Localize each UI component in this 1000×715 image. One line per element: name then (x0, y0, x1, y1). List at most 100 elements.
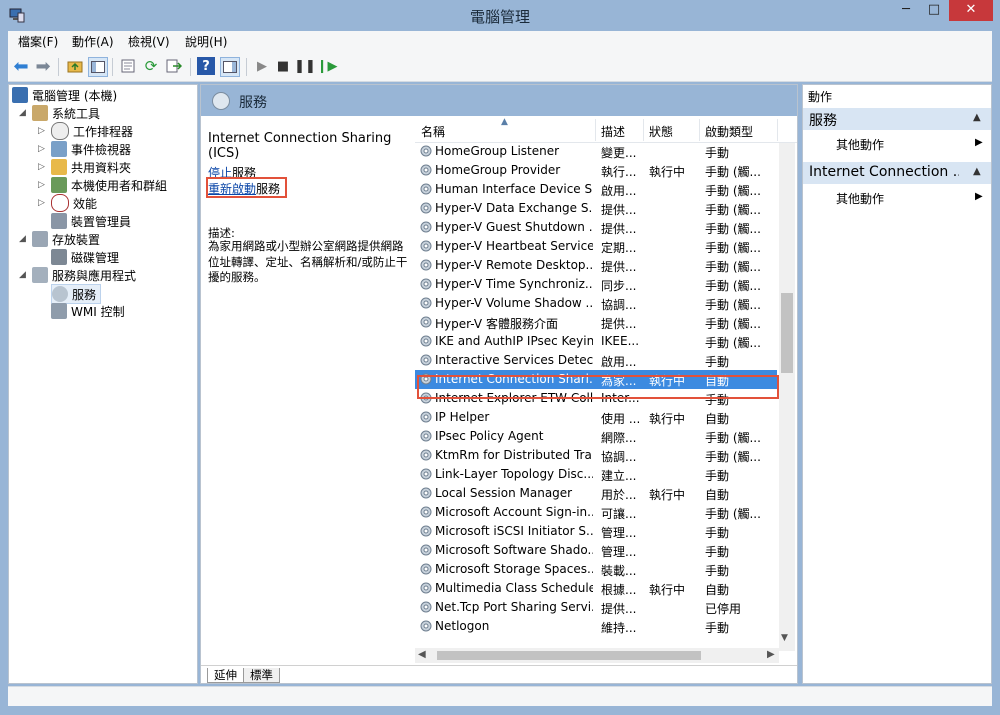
table-row[interactable]: Netlogon 維持... 手動 (415, 617, 777, 636)
back-arrow-icon[interactable]: ⬅ (12, 56, 30, 77)
start-service-icon[interactable]: ▶ (253, 57, 271, 75)
table-row[interactable]: IP Helper 使用 ... 執行中 自動 (415, 408, 777, 427)
service-startup-type: 自動 (705, 488, 730, 502)
tree-wmi[interactable]: WMI 控制 (51, 302, 125, 320)
more-actions-1[interactable]: 其他動作 (836, 136, 884, 153)
table-row[interactable]: Microsoft Storage Spaces... 裝載... 手動 (415, 560, 777, 579)
collapse-up-icon[interactable]: ▲ (973, 166, 981, 177)
extended-description-pane: Internet Connection Sharing (ICS) 停止服務 重… (201, 116, 413, 663)
tree-storage[interactable]: 存放裝置 (32, 230, 100, 248)
horizontal-scroll-thumb[interactable] (437, 651, 701, 660)
tree-shared-folders[interactable]: 共用資料夾 (51, 158, 131, 176)
table-row[interactable]: Hyper-V Volume Shadow ... 協調... 手動 (觸... (415, 294, 777, 313)
more-actions-2[interactable]: 其他動作 (836, 190, 884, 207)
expand-arrow-icon[interactable]: ▷ (38, 144, 45, 154)
help-icon[interactable]: ? (197, 57, 215, 75)
table-row[interactable]: Hyper-V Heartbeat Service 定期... 手動 (觸... (415, 237, 777, 256)
table-row[interactable]: Interactive Services Detect... 啟用... 手動 (415, 351, 777, 370)
gear-icon (212, 92, 230, 110)
service-description-cell: 提供... (601, 602, 637, 616)
scroll-right-arrow-icon[interactable]: ▶ (767, 649, 775, 660)
vertical-scrollbar[interactable] (779, 143, 795, 651)
show-hide-tree-icon[interactable] (88, 57, 108, 77)
menu-help[interactable]: 說明(H) (185, 33, 227, 50)
gear-icon (419, 448, 433, 462)
tab-extended[interactable]: 延伸 (207, 668, 244, 683)
tree-device-manager[interactable]: 裝置管理員 (51, 212, 131, 230)
table-row[interactable]: Link-Layer Topology Disc... 建立... 手動 (415, 465, 777, 484)
table-row[interactable]: Human Interface Device S... 啟用... 手動 (觸... (415, 180, 777, 199)
expand-arrow-icon[interactable]: ▷ (38, 162, 45, 172)
show-hide-action-pane-icon[interactable] (220, 57, 240, 77)
table-row[interactable]: Microsoft Account Sign-in... 可讓... 手動 (觸..… (415, 503, 777, 522)
service-name: IP Helper (435, 410, 490, 424)
column-startup-type[interactable]: 啟動類型 (705, 123, 753, 140)
table-row[interactable]: Hyper-V Time Synchroniz... 同步... 手動 (觸... (415, 275, 777, 294)
up-folder-icon[interactable] (66, 57, 84, 75)
minimize-button[interactable]: ─ (893, 0, 919, 21)
scroll-down-arrow-icon[interactable]: ▼ (781, 633, 788, 643)
vertical-scroll-thumb[interactable] (781, 293, 793, 373)
tree-system-tools[interactable]: 系統工具 (32, 104, 100, 122)
menu-view[interactable]: 檢視(V) (128, 33, 170, 50)
table-row[interactable]: Local Session Manager 用於... 執行中 自動 (415, 484, 777, 503)
table-row[interactable]: HomeGroup Listener 變更... 手動 (415, 142, 777, 161)
table-row[interactable]: HomeGroup Provider 執行... 執行中 手動 (觸... (415, 161, 777, 180)
close-button[interactable]: ✕ (949, 0, 993, 21)
navigation-tree: 電腦管理 (本機) ◢ 系統工具 ▷ 工作排程器 ▷ 事件檢視器 ▷ 共用資料夾… (8, 84, 198, 684)
tree-services-apps[interactable]: 服務與應用程式 (32, 266, 136, 284)
restart-service-icon[interactable]: ❙▶ (317, 57, 338, 75)
tree-local-users[interactable]: 本機使用者和群組 (51, 176, 167, 194)
tree-task-scheduler[interactable]: 工作排程器 (51, 122, 133, 140)
table-row[interactable]: Microsoft Software Shado... 管理... 手動 (415, 541, 777, 560)
service-status: 執行中 (649, 412, 686, 426)
table-row[interactable]: IPsec Policy Agent 網際... 手動 (觸... (415, 427, 777, 446)
actions-group-ics-title: Internet Connection ... (809, 164, 959, 180)
stop-service-icon[interactable]: ■ (274, 57, 292, 75)
actions-group-ics[interactable]: Internet Connection ... ▲ (803, 162, 991, 184)
tree-performance[interactable]: 效能 (51, 194, 97, 212)
collapse-up-icon[interactable]: ▲ (973, 112, 981, 123)
tree-services[interactable]: 服務 (51, 284, 102, 304)
table-row[interactable]: Hyper-V 客體服務介面 提供... 手動 (觸... (415, 313, 777, 332)
tree-performance-label: 效能 (73, 196, 98, 211)
tree-root[interactable]: 電腦管理 (本機) (12, 86, 117, 104)
menu-action[interactable]: 動作(A) (72, 33, 114, 50)
column-status[interactable]: 狀態 (649, 123, 673, 140)
table-row[interactable]: Hyper-V Remote Desktop... 提供... 手動 (觸... (415, 256, 777, 275)
forward-arrow-icon[interactable]: ➡ (34, 56, 52, 77)
actions-group-services[interactable]: 服務 ▲ (803, 108, 991, 130)
service-description-cell: 協調... (601, 450, 637, 464)
table-row[interactable]: Hyper-V Data Exchange S... 提供... 手動 (觸... (415, 199, 777, 218)
refresh-icon[interactable]: ⟳ (142, 57, 160, 75)
services-pane: 服務 Internet Connection Sharing (ICS) 停止服… (200, 84, 798, 684)
expand-arrow-icon[interactable]: ▷ (38, 198, 45, 208)
table-row[interactable]: Net.Tcp Port Sharing Servi... 提供... 已停用 (415, 598, 777, 617)
expand-arrow-icon[interactable]: ▷ (38, 126, 45, 136)
column-name[interactable]: 名稱 (421, 123, 445, 140)
actions-header: 動作 (808, 90, 833, 104)
collapse-arrow-icon[interactable]: ◢ (19, 270, 26, 280)
tree-event-viewer[interactable]: 事件檢視器 (51, 140, 131, 158)
tree-shared-folders-label: 共用資料夾 (71, 160, 132, 175)
expand-arrow-icon[interactable]: ▷ (38, 180, 45, 190)
export-list-icon[interactable] (165, 57, 183, 75)
table-row[interactable]: Multimedia Class Scheduler 根據... 執行中 自動 (415, 579, 777, 598)
tab-standard[interactable]: 標準 (243, 668, 280, 683)
tree-disk-management[interactable]: 磁碟管理 (51, 248, 119, 266)
gear-icon (419, 410, 433, 424)
maximize-button[interactable]: □ (921, 0, 947, 21)
column-description[interactable]: 描述 (601, 123, 625, 140)
pause-service-icon[interactable]: ❚❚ (294, 57, 316, 75)
table-row[interactable]: Hyper-V Guest Shutdown ... 提供... 手動 (觸... (415, 218, 777, 237)
gear-icon (419, 619, 433, 633)
scroll-left-arrow-icon[interactable]: ◀ (418, 649, 426, 660)
actions-group-services-title: 服務 (809, 113, 837, 129)
properties-icon[interactable] (119, 57, 137, 75)
table-row[interactable]: Microsoft iSCSI Initiator S... 管理... 手動 (415, 522, 777, 541)
table-row[interactable]: KtmRm for Distributed Tra... 協調... 手動 (觸..… (415, 446, 777, 465)
collapse-arrow-icon[interactable]: ◢ (19, 108, 26, 118)
menu-file[interactable]: 檔案(F) (18, 33, 58, 50)
table-row[interactable]: IKE and AuthIP IPsec Keyin... IKEE... 手動 (… (415, 332, 777, 351)
collapse-arrow-icon[interactable]: ◢ (19, 234, 26, 244)
